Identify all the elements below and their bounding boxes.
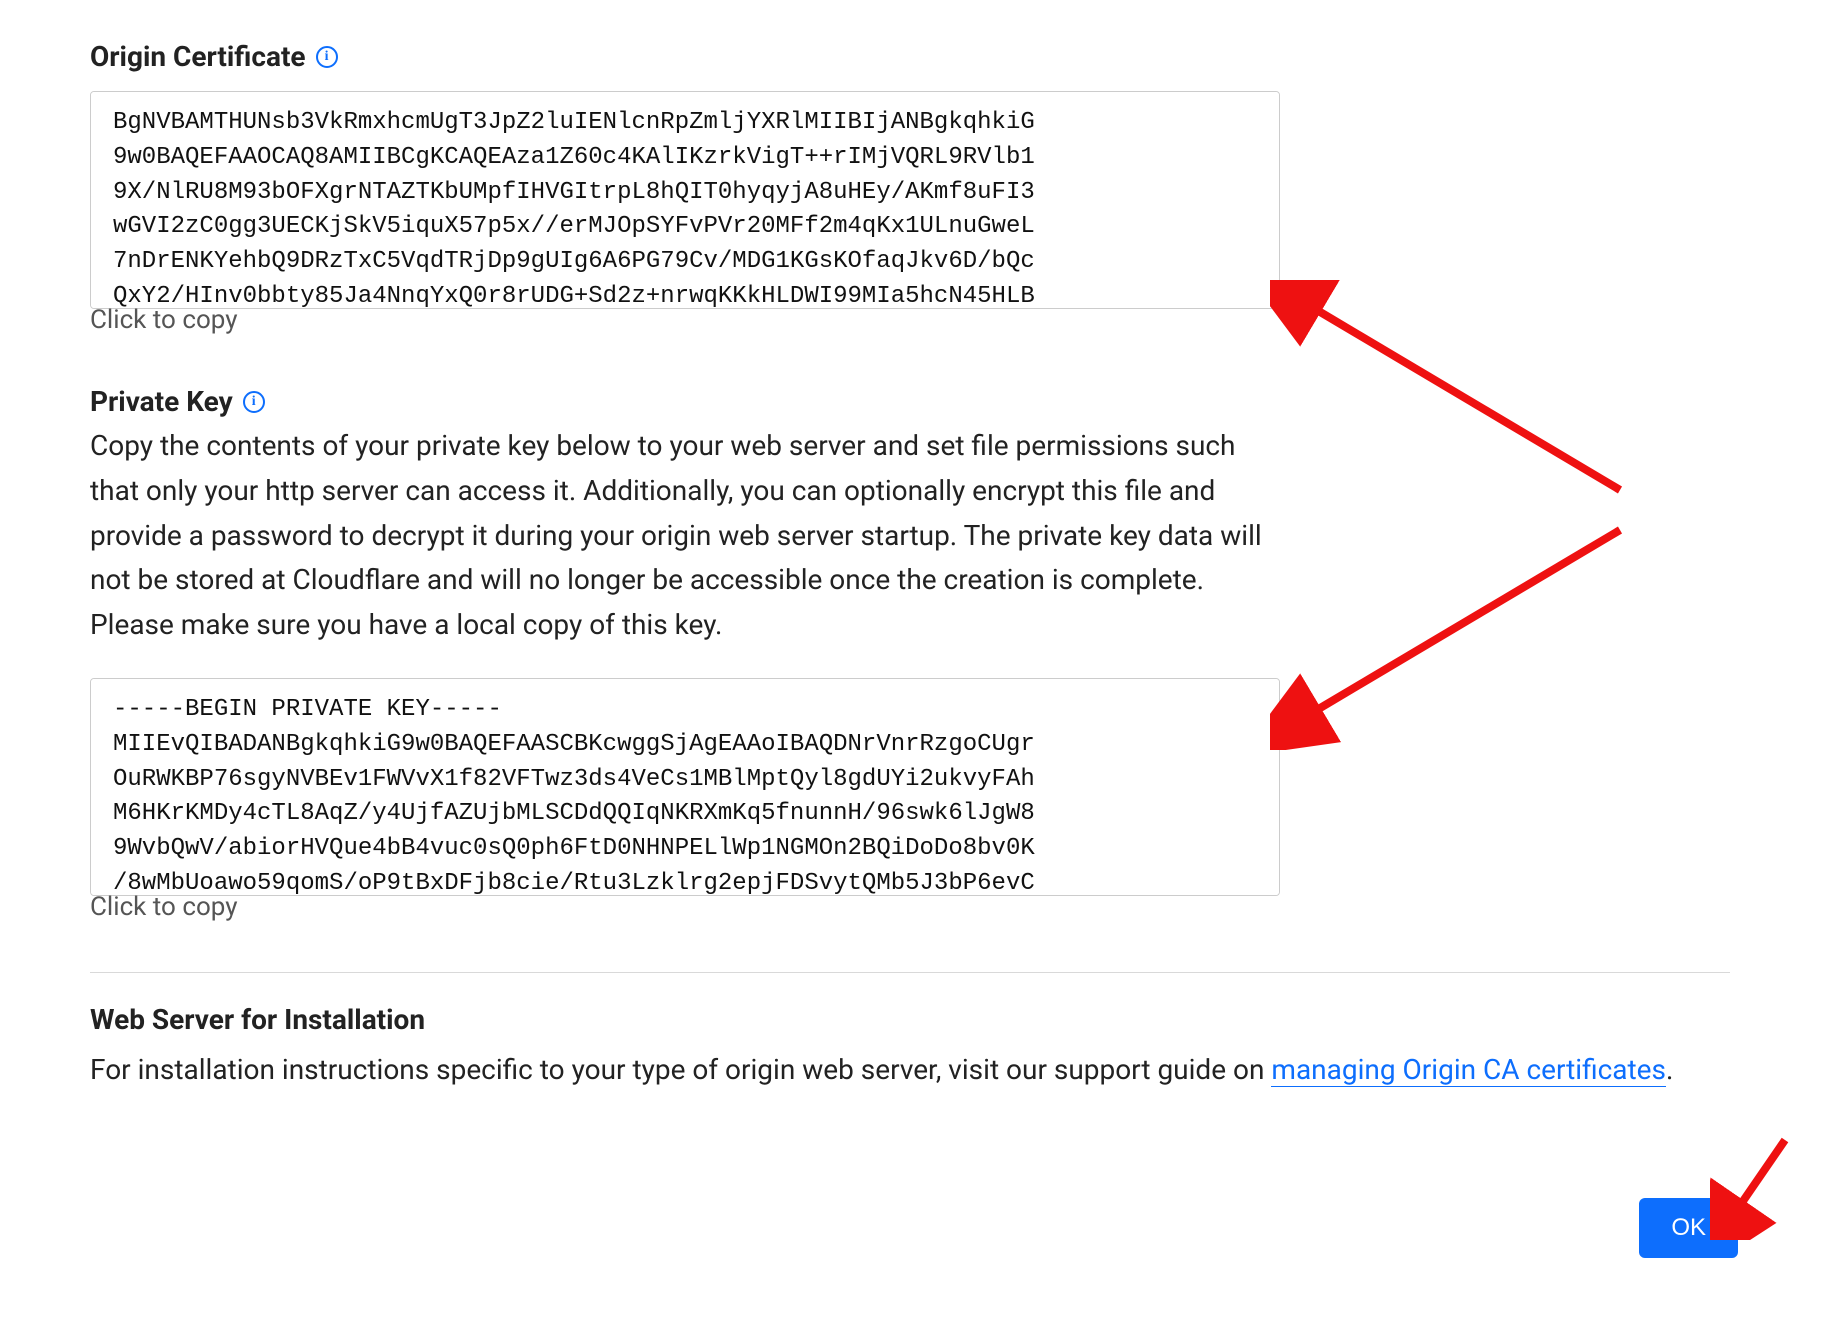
private-key-title: Private Key: [90, 385, 233, 418]
section-divider: [90, 972, 1730, 973]
info-icon[interactable]: i: [316, 46, 338, 68]
private-key-copy-hint[interactable]: Click to copy: [90, 892, 1740, 922]
private-key-code: -----BEGIN PRIVATE KEY----- MIIEvQIBADAN…: [113, 696, 1035, 896]
origin-certificate-code: BgNVBAMTHUNsb3VkRmxhcmUgT3JpZ2luIENlcnRp…: [113, 109, 1035, 309]
private-key-codebox[interactable]: -----BEGIN PRIVATE KEY----- MIIEvQIBADAN…: [90, 678, 1280, 896]
origin-certificate-copy-hint[interactable]: Click to copy: [90, 305, 1740, 335]
private-key-heading: Private Key i: [90, 385, 1740, 418]
origin-certificate-codebox[interactable]: BgNVBAMTHUNsb3VkRmxhcmUgT3JpZ2luIENlcnRp…: [90, 91, 1280, 309]
install-description: For installation instructions specific t…: [90, 1046, 1730, 1094]
origin-certificate-heading: Origin Certificate i: [90, 40, 1740, 73]
managing-origin-ca-link[interactable]: managing Origin CA certificates: [1271, 1053, 1666, 1087]
info-icon[interactable]: i: [243, 391, 265, 413]
install-text-prefix: For installation instructions specific t…: [90, 1053, 1271, 1086]
ok-button[interactable]: OK: [1639, 1198, 1738, 1258]
private-key-description: Copy the contents of your private key be…: [90, 424, 1280, 648]
install-heading: Web Server for Installation: [90, 1003, 1740, 1036]
install-text-suffix: .: [1666, 1053, 1673, 1086]
annotation-arrow: [1270, 490, 1670, 750]
origin-certificate-title: Origin Certificate: [90, 40, 306, 73]
